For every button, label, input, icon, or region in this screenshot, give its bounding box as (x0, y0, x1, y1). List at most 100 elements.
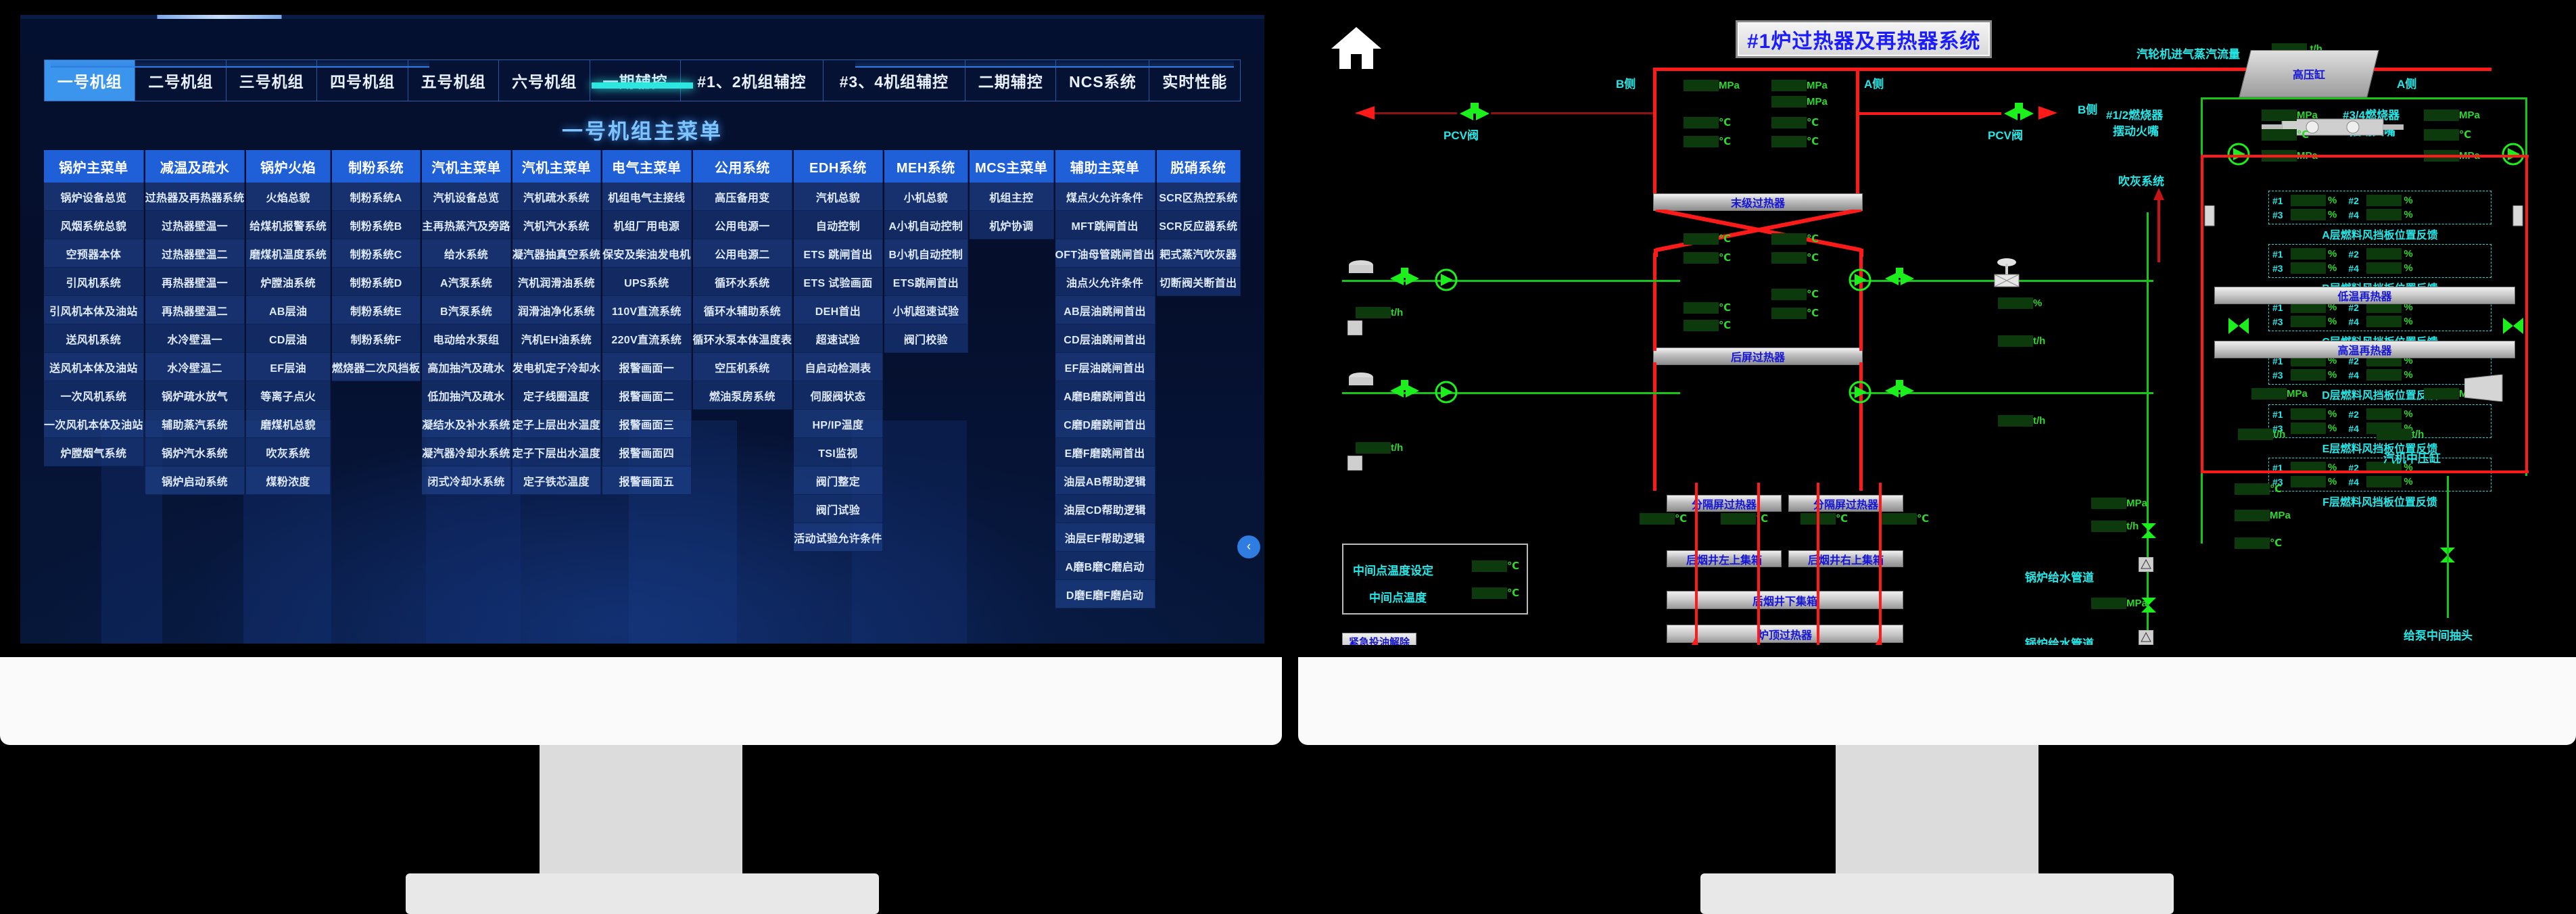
menu-item[interactable]: EF层油 (246, 353, 331, 381)
menu-item[interactable]: 风烟系统总貌 (44, 211, 144, 239)
menu-item[interactable]: HP/IP温度 (794, 410, 883, 438)
menu-item[interactable]: 220V直流系统 (602, 324, 692, 353)
menu-item[interactable]: TSI监视 (794, 438, 883, 466)
menu-item[interactable]: 油层CD帮助逻辑 (1055, 495, 1155, 523)
menu-item[interactable]: 润滑油净化系统 (512, 296, 602, 324)
menu-item[interactable]: 制粉系统C (331, 239, 421, 268)
menu-item[interactable]: 公用电源一 (692, 211, 793, 239)
menu-item[interactable]: UPS系统 (602, 268, 692, 296)
menu-item[interactable]: MFT跳闸首出 (1055, 211, 1155, 239)
collapse-panel-button[interactable]: ‹ (1237, 535, 1260, 558)
menu-item[interactable]: 切断阀关断首出 (1156, 268, 1241, 296)
menu-item[interactable]: 汽机EH油系统 (512, 324, 602, 353)
menu-item[interactable]: 汽机润滑油系统 (512, 268, 602, 296)
menu-item[interactable]: 高压备用变 (692, 183, 793, 211)
menu-item[interactable]: 油点火允许条件 (1055, 268, 1155, 296)
menu-item[interactable]: D磨E磨F磨启动 (1055, 580, 1155, 608)
menu-item[interactable]: 火焰总貌 (246, 183, 331, 211)
menu-item[interactable]: 锅炉汽水系统 (145, 438, 245, 466)
menu-item[interactable]: 定子铁芯温度 (512, 466, 602, 495)
feedwater-valve-2[interactable] (2139, 595, 2159, 619)
menu-item[interactable]: 凝汽器冷却水系统 (422, 438, 511, 466)
menu-item[interactable]: 循环水泵本体温度表 (692, 324, 793, 353)
menu-item[interactable]: 凝结水及补水系统 (422, 410, 511, 438)
menu-item[interactable]: SCR区热控系统 (1156, 183, 1241, 211)
menu-item[interactable]: 一次风机本体及油站 (44, 410, 144, 438)
menu-item[interactable]: B小机自动控制 (884, 239, 969, 268)
menu-item[interactable]: 电动给水泵组 (422, 324, 511, 353)
menu-item[interactable]: 发电机定子冷却水 (512, 353, 602, 381)
menu-item[interactable]: 制粉系统B (331, 211, 421, 239)
menu-item[interactable]: 过热器及再热器系统 (145, 183, 245, 211)
menu-item[interactable]: 高加抽汽及疏水 (422, 353, 511, 381)
menu-item[interactable]: 一次风机系统 (44, 381, 144, 410)
menu-item[interactable]: 超速试验 (794, 324, 883, 353)
menu-item[interactable]: 自动控制 (794, 211, 883, 239)
spray-valve-right[interactable] (1883, 268, 1917, 295)
menu-item[interactable]: 辅助蒸汽系统 (145, 410, 245, 438)
menu-item[interactable]: OFT油母管跳闸首出 (1055, 239, 1155, 268)
menu-item[interactable]: 汽机疏水系统 (512, 183, 602, 211)
menu-item[interactable]: 机炉协调 (970, 211, 1054, 239)
menu-item[interactable]: C磨D磨跳闸首出 (1055, 410, 1155, 438)
menu-item[interactable]: 再热器壁温二 (145, 296, 245, 324)
menu-item[interactable]: 主再热蒸汽及旁路 (422, 211, 511, 239)
menu-item[interactable]: 吹灰系统 (246, 438, 331, 466)
menu-item[interactable]: 小机总貌 (884, 183, 969, 211)
menu-item[interactable]: A小机自动控制 (884, 211, 969, 239)
menu-item[interactable]: CD层油 (246, 324, 331, 353)
menu-item[interactable]: E磨F磨跳闸首出 (1055, 438, 1155, 466)
menu-item[interactable]: 过热器壁温二 (145, 239, 245, 268)
menu-item[interactable]: 再热器壁温一 (145, 268, 245, 296)
menu-item[interactable]: 空压机系统 (692, 353, 793, 381)
menu-item[interactable]: 保安及柴油发电机 (602, 239, 692, 268)
menu-item[interactable]: EF层油跳闸首出 (1055, 353, 1155, 381)
menu-item[interactable]: 送风机系统 (44, 324, 144, 353)
menu-item[interactable]: 水冷壁温一 (145, 324, 245, 353)
menu-item[interactable]: 锅炉疏水放气 (145, 381, 245, 410)
menu-item[interactable]: DEH首出 (794, 296, 883, 324)
menu-item[interactable]: ETS跳闸首出 (884, 268, 969, 296)
menu-item[interactable]: 制粉系统E (331, 296, 421, 324)
menu-item[interactable]: 阀门试验 (794, 495, 883, 523)
menu-item[interactable]: 油层EF帮助逻辑 (1055, 523, 1155, 552)
menu-item[interactable]: 定子下层出水温度 (512, 438, 602, 466)
menu-item[interactable]: 送风机本体及油站 (44, 353, 144, 381)
menu-item[interactable]: 循环水系统 (692, 268, 793, 296)
menu-item[interactable]: 水冷壁温二 (145, 353, 245, 381)
menu-item[interactable]: 低加抽汽及疏水 (422, 381, 511, 410)
menu-item[interactable]: 磨煤机总貌 (246, 410, 331, 438)
menu-item[interactable]: 等离子点火 (246, 381, 331, 410)
menu-item[interactable]: 小机超速试验 (884, 296, 969, 324)
rh-valve-left-2[interactable] (2226, 314, 2251, 341)
menu-item[interactable]: 汽机汽水系统 (512, 211, 602, 239)
menu-item[interactable]: 油层AB帮助逻辑 (1055, 466, 1155, 495)
menu-item[interactable]: 锅炉启动系统 (145, 466, 245, 495)
menu-item[interactable]: 制粉系统D (331, 268, 421, 296)
menu-item[interactable]: 空预器本体 (44, 239, 144, 268)
menu-item[interactable]: A磨B磨C磨启动 (1055, 552, 1155, 580)
menu-item[interactable]: A汽泵系统 (422, 268, 511, 296)
menu-item[interactable]: 定子上层出水温度 (512, 410, 602, 438)
spray-valve-right-2[interactable] (1883, 380, 1917, 408)
menu-item[interactable]: 炉膛油系统 (246, 268, 331, 296)
menu-item[interactable]: 公用电源二 (692, 239, 793, 268)
menu-item[interactable]: 定子线圈温度 (512, 381, 602, 410)
menu-item[interactable]: 凝汽器抽真空系统 (512, 239, 602, 268)
menu-item[interactable]: B汽泵系统 (422, 296, 511, 324)
menu-item[interactable]: 制粉系统A (331, 183, 421, 211)
home-icon[interactable] (1330, 24, 1383, 75)
menu-item[interactable]: 闭式冷却水系统 (422, 466, 511, 495)
spray-valve-left-2[interactable] (1388, 380, 1422, 408)
emergency-oil-release-button[interactable]: 紧急投油解除 (1342, 633, 1417, 645)
menu-item[interactable]: 报警画面一 (602, 353, 692, 381)
menu-item[interactable]: 报警画面三 (602, 410, 692, 438)
menu-item[interactable]: 过热器壁温一 (145, 211, 245, 239)
menu-item[interactable]: 机组主控 (970, 183, 1054, 211)
menu-item[interactable]: 煤点火允许条件 (1055, 183, 1155, 211)
menu-item[interactable]: 锅炉设备总览 (44, 183, 144, 211)
menu-item[interactable]: 阀门整定 (794, 466, 883, 495)
menu-item[interactable]: ETS 试验画面 (794, 268, 883, 296)
spray-valve-left[interactable] (1388, 268, 1422, 295)
menu-item[interactable]: CD层油跳闸首出 (1055, 324, 1155, 353)
